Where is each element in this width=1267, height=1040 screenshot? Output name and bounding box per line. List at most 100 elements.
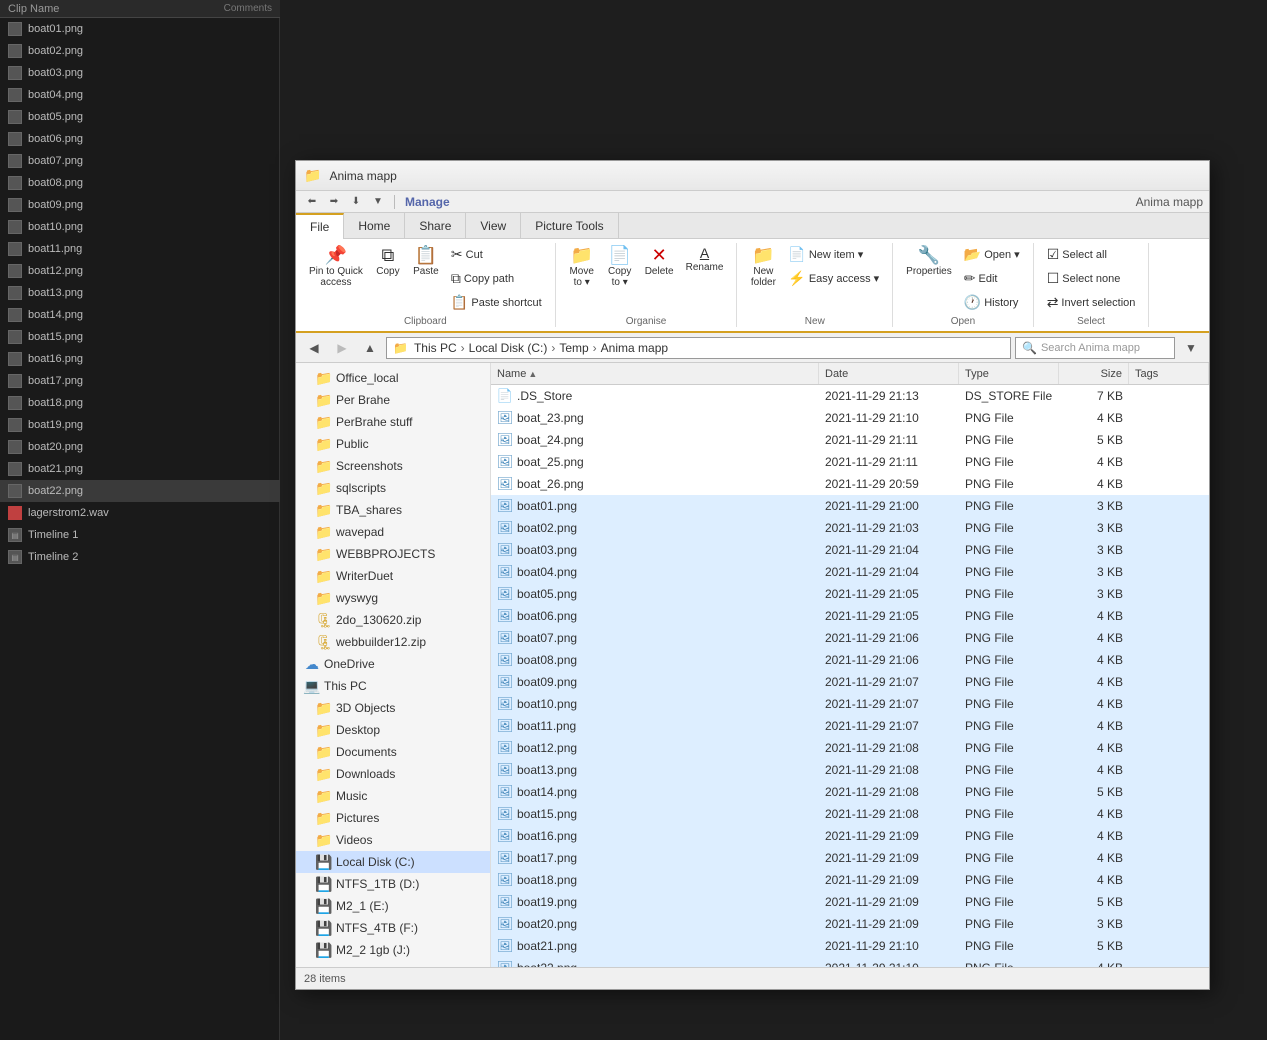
file-row[interactable]: 🖼 boat18.png 2021-11-29 21:09 PNG File 4…: [491, 869, 1209, 891]
file-row[interactable]: 📄 .DS_Store 2021-11-29 21:13 DS_STORE Fi…: [491, 385, 1209, 407]
clip-item[interactable]: boat03.png: [0, 62, 280, 84]
history-button[interactable]: 🕐 History: [959, 291, 1025, 314]
qt-dropdown-btn[interactable]: ▼: [368, 193, 388, 211]
col-header-tags[interactable]: Tags: [1129, 363, 1209, 384]
path-local-disk[interactable]: Local Disk (C:): [467, 341, 550, 355]
manage-tab-label[interactable]: Manage: [405, 195, 450, 209]
clip-item[interactable]: lagerstrom2.wav: [0, 502, 280, 524]
copy-to-button[interactable]: 📄 Copyto ▾: [602, 243, 638, 291]
file-row[interactable]: 🖼 boat15.png 2021-11-29 21:08 PNG File 4…: [491, 803, 1209, 825]
clip-item[interactable]: ▤Timeline 1: [0, 524, 280, 546]
clip-item[interactable]: boat06.png: [0, 128, 280, 150]
copy-path-button[interactable]: ⧉ Copy path: [446, 267, 547, 290]
edit-button[interactable]: ✏ Edit: [959, 267, 1025, 290]
clip-item[interactable]: boat14.png: [0, 304, 280, 326]
clip-item[interactable]: boat20.png: [0, 436, 280, 458]
expand-button[interactable]: ▼: [1179, 336, 1203, 360]
file-row[interactable]: 🖼 boat04.png 2021-11-29 21:04 PNG File 3…: [491, 561, 1209, 583]
sidebar-item-screenshots[interactable]: 📁Screenshots: [296, 455, 490, 477]
tab-picture-tools[interactable]: Picture Tools: [521, 213, 618, 238]
sidebar-item-perbrahe-stuff[interactable]: 📁PerBrahe stuff: [296, 411, 490, 433]
paste-button[interactable]: 📋 Paste: [408, 243, 444, 280]
tab-share[interactable]: Share: [405, 213, 466, 238]
clip-item[interactable]: boat15.png: [0, 326, 280, 348]
file-row[interactable]: 🖼 boat05.png 2021-11-29 21:05 PNG File 3…: [491, 583, 1209, 605]
clip-item[interactable]: boat13.png: [0, 282, 280, 304]
search-box[interactable]: 🔍 Search Anima mapp: [1015, 337, 1175, 359]
copy-button[interactable]: ⧉ Copy: [370, 243, 406, 280]
new-item-button[interactable]: 📄 New item ▾: [783, 243, 884, 266]
clip-item[interactable]: ▤Timeline 2: [0, 546, 280, 568]
tab-view[interactable]: View: [466, 213, 521, 238]
sidebar-item-onedrive[interactable]: ☁OneDrive: [296, 653, 490, 675]
file-row[interactable]: 🖼 boat_23.png 2021-11-29 21:10 PNG File …: [491, 407, 1209, 429]
file-row[interactable]: 🖼 boat_24.png 2021-11-29 21:11 PNG File …: [491, 429, 1209, 451]
file-row[interactable]: 🖼 boat22.png 2021-11-29 21:10 PNG File 4…: [491, 957, 1209, 967]
file-row[interactable]: 🖼 boat17.png 2021-11-29 21:09 PNG File 4…: [491, 847, 1209, 869]
sidebar-item-tba-shares[interactable]: 📁TBA_shares: [296, 499, 490, 521]
pin-to-quick-access-button[interactable]: 📌 Pin to Quickaccess: [304, 243, 368, 291]
file-row[interactable]: 🖼 boat11.png 2021-11-29 21:07 PNG File 4…: [491, 715, 1209, 737]
sidebar-item-downloads[interactable]: 📁Downloads: [296, 763, 490, 785]
file-row[interactable]: 🖼 boat_25.png 2021-11-29 21:11 PNG File …: [491, 451, 1209, 473]
file-row[interactable]: 🖼 boat10.png 2021-11-29 21:07 PNG File 4…: [491, 693, 1209, 715]
file-row[interactable]: 🖼 boat19.png 2021-11-29 21:09 PNG File 5…: [491, 891, 1209, 913]
file-row[interactable]: 🖼 boat02.png 2021-11-29 21:03 PNG File 3…: [491, 517, 1209, 539]
select-none-button[interactable]: ☐ Select none: [1042, 267, 1141, 290]
clip-item[interactable]: boat04.png: [0, 84, 280, 106]
path-temp[interactable]: Temp: [557, 341, 590, 355]
clip-item[interactable]: boat19.png: [0, 414, 280, 436]
up-button[interactable]: ▲: [358, 336, 382, 360]
sidebar-item-music[interactable]: 📁Music: [296, 785, 490, 807]
sidebar-item-wyswyg[interactable]: 📁wyswyg: [296, 587, 490, 609]
clip-item[interactable]: boat16.png: [0, 348, 280, 370]
file-row[interactable]: 🖼 boat09.png 2021-11-29 21:07 PNG File 4…: [491, 671, 1209, 693]
qt-forward-btn[interactable]: ➡: [324, 193, 344, 211]
paste-shortcut-button[interactable]: 📋 Paste shortcut: [446, 291, 547, 314]
clip-item[interactable]: boat12.png: [0, 260, 280, 282]
clip-item[interactable]: boat08.png: [0, 172, 280, 194]
sidebar-item-per-brahe[interactable]: 📁Per Brahe: [296, 389, 490, 411]
qt-back-btn[interactable]: ⬅: [302, 193, 322, 211]
sidebar-item-desktop[interactable]: 📁Desktop: [296, 719, 490, 741]
col-header-type[interactable]: Type: [959, 363, 1059, 384]
file-row[interactable]: 🖼 boat08.png 2021-11-29 21:06 PNG File 4…: [491, 649, 1209, 671]
sidebar-item-writerduet[interactable]: 📁WriterDuet: [296, 565, 490, 587]
clip-item[interactable]: boat02.png: [0, 40, 280, 62]
move-to-button[interactable]: 📁 Moveto ▾: [564, 243, 600, 291]
clip-item[interactable]: boat21.png: [0, 458, 280, 480]
tab-home[interactable]: Home: [344, 213, 405, 238]
tab-file[interactable]: File: [296, 213, 344, 239]
file-row[interactable]: 🖼 boat01.png 2021-11-29 21:00 PNG File 3…: [491, 495, 1209, 517]
clip-item[interactable]: boat09.png: [0, 194, 280, 216]
file-row[interactable]: 🖼 boat06.png 2021-11-29 21:05 PNG File 4…: [491, 605, 1209, 627]
path-anima-mapp[interactable]: Anima mapp: [599, 341, 670, 355]
sidebar-item-webbprojects[interactable]: 📁WEBBPROJECTS: [296, 543, 490, 565]
clip-item[interactable]: boat05.png: [0, 106, 280, 128]
address-path[interactable]: 📁 This PC › Local Disk (C:) › Temp › Ani…: [386, 337, 1011, 359]
clip-item[interactable]: boat17.png: [0, 370, 280, 392]
sidebar-item-3d-objects[interactable]: 📁3D Objects: [296, 697, 490, 719]
clip-item[interactable]: boat01.png: [0, 18, 280, 40]
col-header-date[interactable]: Date: [819, 363, 959, 384]
sidebar-item-documents[interactable]: 📁Documents: [296, 741, 490, 763]
back-button[interactable]: ◀: [302, 336, 326, 360]
new-folder-button[interactable]: 📁 Newfolder: [745, 243, 781, 291]
sidebar-item-office-local[interactable]: 📁Office_local: [296, 367, 490, 389]
file-row[interactable]: 🖼 boat03.png 2021-11-29 21:04 PNG File 3…: [491, 539, 1209, 561]
clip-item[interactable]: boat22.png: [0, 480, 280, 502]
easy-access-button[interactable]: ⚡ Easy access ▾: [783, 267, 884, 290]
sidebar-item-m2-1--e--[interactable]: 💾M2_1 (E:): [296, 895, 490, 917]
file-row[interactable]: 🖼 boat_26.png 2021-11-29 20:59 PNG File …: [491, 473, 1209, 495]
properties-button[interactable]: 🔧 Properties: [901, 243, 957, 280]
sidebar-item-sqlscripts[interactable]: 📁sqlscripts: [296, 477, 490, 499]
col-header-name[interactable]: Name ▲: [491, 363, 819, 384]
clip-item[interactable]: boat18.png: [0, 392, 280, 414]
file-row[interactable]: 🖼 boat13.png 2021-11-29 21:08 PNG File 4…: [491, 759, 1209, 781]
file-row[interactable]: 🖼 boat20.png 2021-11-29 21:09 PNG File 3…: [491, 913, 1209, 935]
sidebar-item-2do-130620-zip[interactable]: 🗜2do_130620.zip: [296, 609, 490, 631]
cut-button[interactable]: ✂ Cut: [446, 243, 547, 266]
file-row[interactable]: 🖼 boat07.png 2021-11-29 21:06 PNG File 4…: [491, 627, 1209, 649]
rename-button[interactable]: A Rename: [681, 243, 729, 276]
sidebar-item-pictures[interactable]: 📁Pictures: [296, 807, 490, 829]
